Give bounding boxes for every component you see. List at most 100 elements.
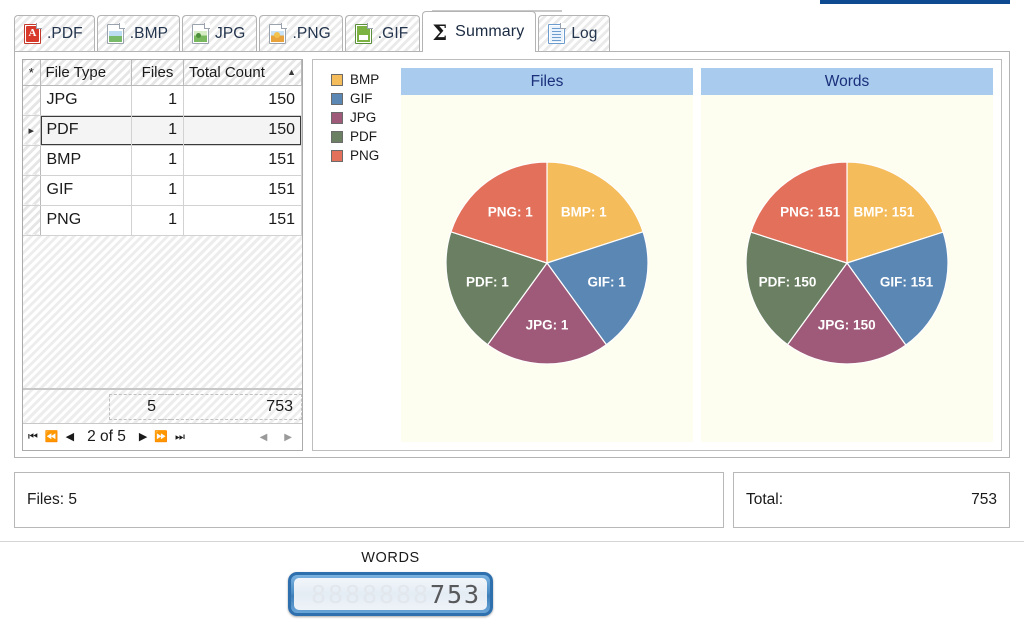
cell-files[interactable]: 1 — [131, 205, 184, 236]
nav-last-icon[interactable]: ⏭ — [175, 431, 185, 443]
legend-item-jpg[interactable]: JPG — [331, 108, 401, 127]
png-file-icon — [269, 23, 288, 44]
words-chart-title: Words — [701, 68, 993, 95]
cell-total-count[interactable]: 151 — [183, 145, 302, 176]
led-digit: 7 — [429, 579, 446, 609]
pie-label-pdf: PDF: 1 — [466, 274, 509, 289]
nav-previous-icon[interactable]: ◀ — [66, 431, 74, 443]
nav-position-label: 2 of 5 — [87, 428, 126, 445]
jpg-file-icon — [192, 23, 211, 44]
tab-gif[interactable]: .GIF — [344, 15, 421, 52]
grid-summary-row: 5 753 — [23, 389, 302, 423]
legend-swatch-jpg — [331, 111, 343, 124]
nav-previous-page-icon[interactable]: ⏪ — [45, 431, 59, 443]
words-led-caption: WORDS — [361, 550, 420, 566]
cell-total-count[interactable]: 151 — [183, 205, 302, 236]
hscroll-left-icon[interactable]: ◀ — [255, 432, 273, 443]
summary-files-value: 5 — [109, 393, 161, 420]
pie-label-bmp: BMP: 1 — [561, 204, 607, 219]
nav-next-icon[interactable]: ▶ — [139, 431, 147, 443]
legend-label-gif: GIF — [350, 91, 373, 106]
gif-file-icon — [354, 23, 373, 44]
pie-label-bmp: BMP: 151 — [854, 204, 915, 219]
row-indicator — [23, 85, 41, 116]
legend-label-jpg: JPG — [350, 110, 377, 125]
cell-total-count[interactable]: 150 — [183, 85, 302, 116]
legend-item-gif[interactable]: GIF — [331, 89, 401, 108]
sort-ascending-icon: ▲ — [287, 67, 296, 78]
files-pie-plot[interactable]: BMP: 1 GIF: 1 JPG: 1 PDF: 1 PNG: 1 — [401, 95, 693, 442]
table-row[interactable]: GIF 1 151 — [23, 175, 302, 206]
cell-files[interactable]: 1 — [131, 175, 184, 206]
column-header-file-type[interactable]: File Type — [40, 60, 132, 86]
cell-file-type[interactable]: GIF — [40, 175, 132, 206]
cell-total-count[interactable]: 151 — [183, 175, 302, 206]
table-row[interactable]: PNG 1 151 — [23, 205, 302, 236]
table-row[interactable]: BMP 1 151 — [23, 145, 302, 176]
tab-png-label: .PNG — [292, 25, 331, 42]
cell-file-type[interactable]: PNG — [40, 205, 132, 236]
tab-pdf-label: .PDF — [47, 25, 83, 42]
summary-spacer — [23, 390, 109, 423]
pie-label-png: PNG: 1 — [488, 204, 534, 219]
legend-item-pdf[interactable]: PDF — [331, 127, 401, 146]
legend-label-bmp: BMP — [350, 72, 380, 87]
file-type-table: * File Type Files Total Count ▲ JPG 1 15… — [23, 60, 302, 236]
file-type-grid[interactable]: * File Type Files Total Count ▲ JPG 1 15… — [22, 59, 303, 451]
cell-files[interactable]: 1 — [131, 145, 184, 176]
led-digit-off: 8 — [310, 579, 327, 609]
tab-jpg[interactable]: JPG — [182, 15, 258, 52]
total-status-value: 753 — [971, 491, 997, 508]
cell-total-count[interactable]: 150 — [183, 115, 302, 146]
nav-next-page-icon[interactable]: ⏩ — [154, 431, 168, 443]
row-indicator — [23, 175, 41, 206]
tab-summary-label: Summary — [455, 23, 525, 40]
nav-first-icon[interactable]: ⏮ — [28, 431, 38, 443]
words-pie-plot[interactable]: BMP: 151 GIF: 151 JPG: 150 PDF: 150 PNG: 151 — [701, 95, 993, 442]
files-status-box: Files: 5 — [14, 472, 724, 528]
led-screen: 8888888753 — [294, 578, 487, 610]
column-header-total-count-label: Total Count — [189, 63, 265, 81]
cell-file-type[interactable]: JPG — [40, 85, 132, 116]
tab-bmp-label: .BMP — [129, 25, 169, 42]
pie-charts-row: Files BMP: 1 GIF: 1 JPG: 1 PDF: 1 PNG: 1 Wor… — [401, 60, 1001, 450]
row-selector-header[interactable]: * — [23, 60, 41, 86]
led-digit-off: 8 — [412, 579, 429, 609]
table-row[interactable]: ▸ PDF 1 150 — [23, 115, 302, 146]
words-pie-chart-panel: Words BMP: 151 GIF: 151 JPG: 150 PDF: 150 PN… — [701, 68, 993, 442]
led-digit-off: 8 — [344, 579, 361, 609]
legend-swatch-pdf — [331, 130, 343, 143]
charts-container: BMP GIF JPG PDF PNG Files BMP: 1 GIF: 1 … — [312, 59, 1002, 451]
tab-bar: A .PDF .BMP JPG .PNG .GIF Σ Summary Log — [14, 11, 1010, 52]
total-status-box: Total: 753 — [733, 472, 1010, 528]
tab-jpg-label: JPG — [215, 25, 246, 42]
led-digit: 3 — [463, 579, 480, 609]
tab-summary[interactable]: Σ Summary — [422, 11, 537, 52]
grid-empty-area — [23, 235, 302, 389]
total-status-label: Total: — [746, 491, 784, 508]
pie-label-gif: GIF: 1 — [587, 274, 626, 289]
pie-label-png: PNG: 151 — [780, 204, 841, 219]
cell-file-type[interactable]: PDF — [40, 115, 132, 146]
hscroll-right-icon[interactable]: ▶ — [279, 432, 297, 443]
cell-file-type[interactable]: BMP — [40, 145, 132, 176]
current-row-indicator: ▸ — [23, 115, 41, 146]
led-digit-off: 8 — [378, 579, 395, 609]
row-indicator — [23, 145, 41, 176]
pie-label-gif: GIF: 151 — [880, 274, 934, 289]
tab-bmp[interactable]: .BMP — [96, 15, 181, 52]
column-header-total-count[interactable]: Total Count ▲ — [183, 60, 302, 86]
log-file-icon — [548, 23, 567, 44]
table-row[interactable]: JPG 1 150 — [23, 85, 302, 116]
tab-png[interactable]: .PNG — [259, 15, 343, 52]
column-header-files[interactable]: Files — [131, 60, 184, 86]
cell-files[interactable]: 1 — [131, 115, 184, 146]
legend-swatch-gif — [331, 92, 343, 105]
tab-log[interactable]: Log — [538, 15, 610, 52]
window-accent-bar — [820, 0, 1010, 4]
legend-item-bmp[interactable]: BMP — [331, 70, 401, 89]
cell-files[interactable]: 1 — [131, 85, 184, 116]
legend-item-png[interactable]: PNG — [331, 146, 401, 165]
tab-pdf[interactable]: A .PDF — [14, 15, 95, 52]
summary-total-value: 753 — [171, 393, 302, 420]
